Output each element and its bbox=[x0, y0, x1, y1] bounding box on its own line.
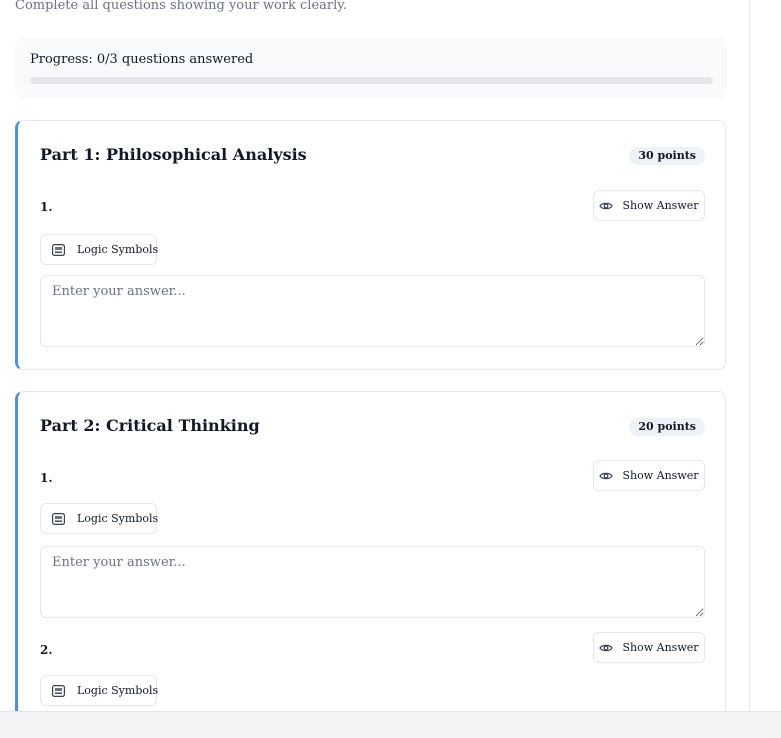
logic-symbols-label: Logic Symbols bbox=[77, 684, 159, 697]
progress-bar bbox=[30, 77, 713, 84]
quiz-content: Complete all questions showing your work… bbox=[0, 0, 749, 711]
eye-icon bbox=[599, 471, 614, 481]
show-answer-label: Show Answer bbox=[622, 641, 699, 654]
question-number: 1. bbox=[40, 471, 53, 485]
part-title: Part 2: Critical Thinking bbox=[40, 416, 260, 435]
eye-icon bbox=[599, 201, 614, 211]
points-badge: 30 points bbox=[629, 147, 705, 165]
points-badge: 20 points bbox=[629, 418, 705, 436]
show-answer-label: Show Answer bbox=[622, 469, 699, 482]
show-answer-button[interactable]: Show Answer bbox=[593, 632, 705, 663]
part-card-2: Part 2: Critical Thinking 20 points 1. S… bbox=[15, 391, 726, 711]
question-number: 1. bbox=[40, 200, 53, 214]
answer-textarea[interactable] bbox=[40, 275, 705, 347]
logic-symbols-button[interactable]: Logic Symbols bbox=[40, 234, 159, 265]
logic-symbols-label: Logic Symbols bbox=[77, 243, 159, 256]
show-answer-label: Show Answer bbox=[622, 199, 699, 212]
progress-panel: Progress: 0/3 questions answered bbox=[15, 38, 727, 98]
right-scroll-gutter bbox=[749, 0, 781, 711]
keyboard-icon bbox=[52, 512, 65, 525]
progress-label: Progress: 0/3 questions answered bbox=[30, 52, 254, 67]
show-answer-button[interactable]: Show Answer bbox=[593, 460, 705, 491]
horizontal-scrollbar[interactable] bbox=[0, 711, 781, 738]
logic-symbols-label: Logic Symbols bbox=[77, 512, 159, 525]
logic-symbols-button[interactable]: Logic Symbols bbox=[40, 675, 159, 706]
part-title: Part 1: Philosophical Analysis bbox=[40, 145, 307, 164]
logic-symbols-button[interactable]: Logic Symbols bbox=[40, 503, 159, 534]
answer-textarea[interactable] bbox=[40, 546, 705, 618]
question-number: 2. bbox=[40, 643, 53, 657]
quiz-page: Complete all questions showing your work… bbox=[0, 0, 781, 738]
eye-icon bbox=[599, 643, 614, 653]
instructions-text: Complete all questions showing your work… bbox=[15, 0, 348, 13]
keyboard-icon bbox=[52, 684, 65, 697]
keyboard-icon bbox=[52, 243, 65, 256]
part-card-1: Part 1: Philosophical Analysis 30 points… bbox=[15, 120, 726, 370]
show-answer-button[interactable]: Show Answer bbox=[593, 190, 705, 221]
